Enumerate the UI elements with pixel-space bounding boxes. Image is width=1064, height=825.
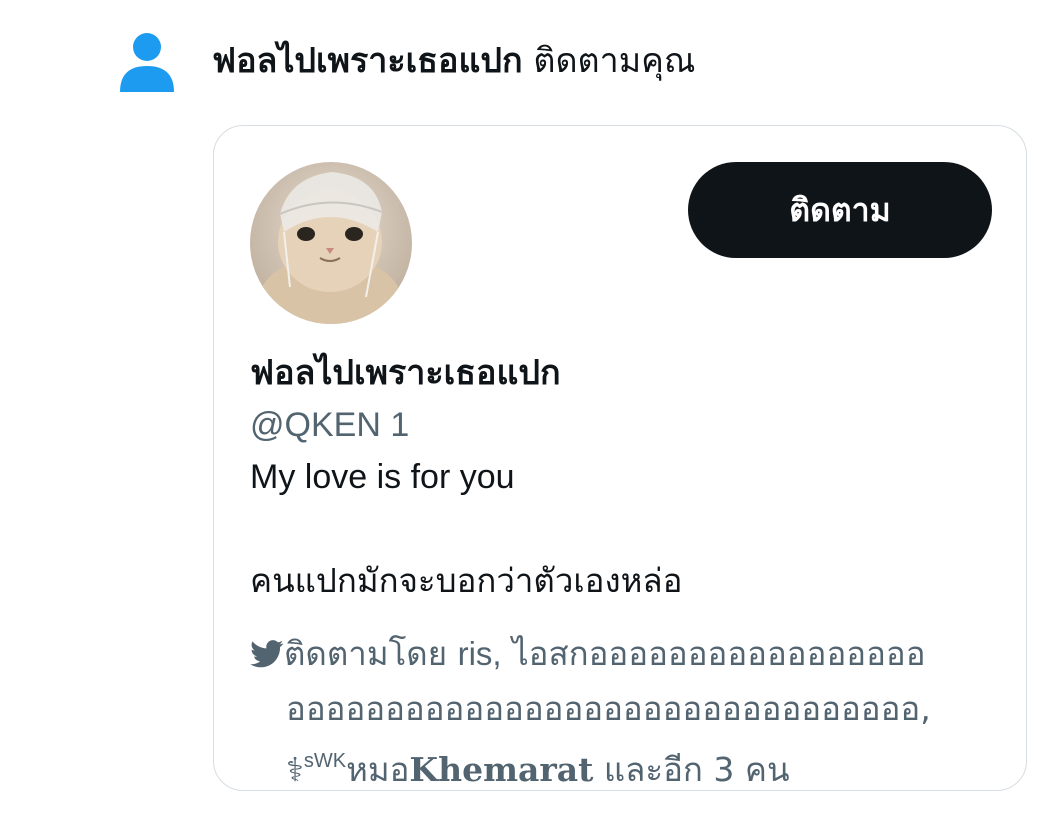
avatar[interactable]	[250, 162, 412, 324]
medical-emoji: ⚕	[286, 750, 304, 789]
person-icon	[118, 32, 176, 94]
bio-line: คนแปกมักจะบอกว่าตัวเองหล่อ	[250, 561, 683, 600]
notification-text: ฟอลไปเพราะเธอแปก ติดตามคุณ	[212, 36, 695, 86]
follower-link[interactable]: ไอสกอออออออออออออออออ	[512, 634, 925, 673]
display-name[interactable]: ฟอลไปเพราะเธอแปก	[250, 348, 561, 398]
follower-name-link[interactable]: ฟอลไปเพราะเธอแปก	[212, 41, 523, 81]
twitter-bird-icon	[250, 631, 284, 683]
notification-action: ติดตามคุณ	[533, 41, 696, 81]
bio-line: My love is for you	[250, 458, 515, 496]
user-card[interactable]: ติดตาม ฟอลไปเพราะเธอแปก @QKEN 1 My love …	[213, 125, 1027, 791]
followed-by-prefix: ติดตามโดย	[284, 634, 448, 673]
follower-link[interactable]: ris,	[458, 635, 502, 672]
follower-link[interactable]: ⚕sWKหมอKhemarat	[286, 750, 593, 789]
follower-link-cont[interactable]: ออออออออออออออออออออออออออออออออ,	[286, 689, 931, 728]
follow-button[interactable]: ติดตาม	[688, 162, 992, 258]
followed-by-suffix: และอีก 3 คน	[603, 750, 790, 789]
followed-by: ติดตามโดย ris, ไอสกอออออออออออออออออ อออ…	[250, 628, 1010, 796]
user-handle[interactable]: @QKEN 1	[250, 400, 409, 450]
